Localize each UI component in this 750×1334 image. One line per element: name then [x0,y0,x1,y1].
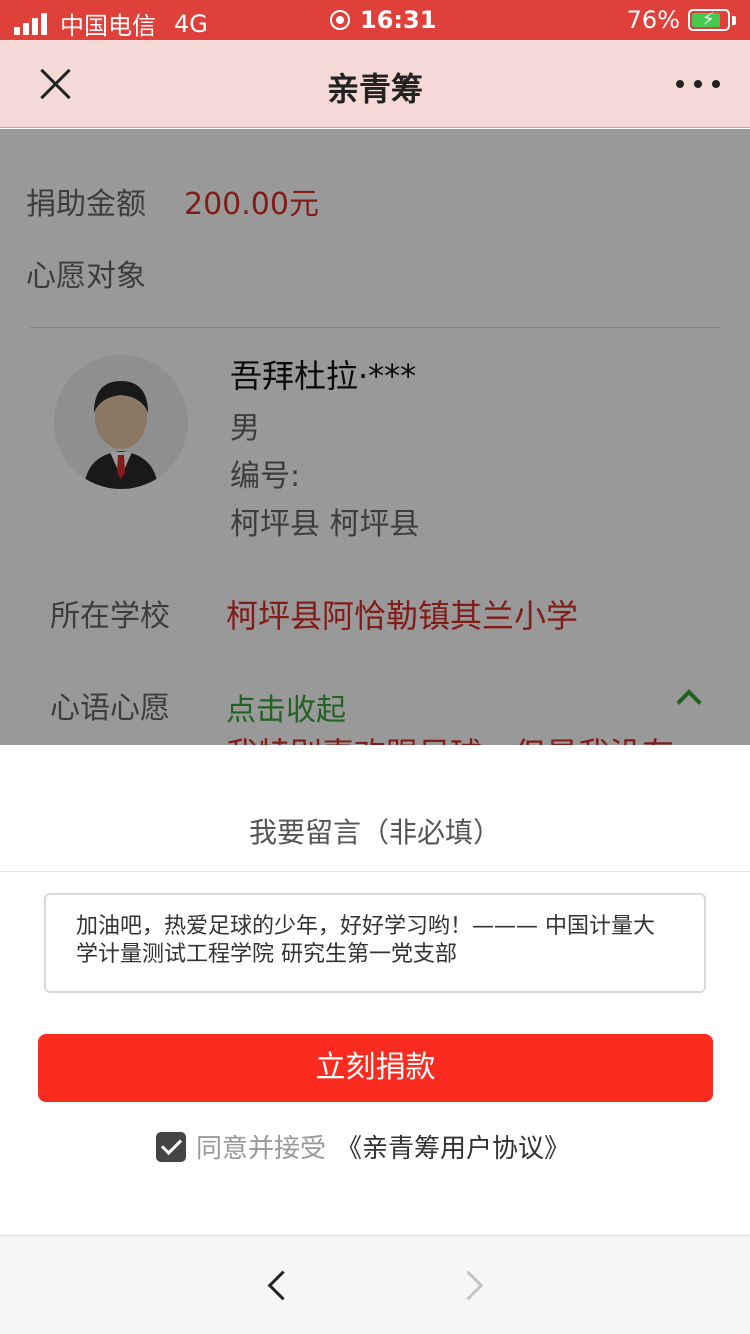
forward-arrow-icon[interactable] [458,1268,488,1302]
agreement-row: 同意并接受 《亲青筹用户协议》 [156,1128,570,1165]
more-options-icon[interactable] [676,74,720,94]
message-input[interactable]: 加油吧，热爱足球的少年，好好学习哟！——— 中国计量大学计量测试工程学院 研究生… [44,893,706,993]
browser-toolbar [0,1235,750,1334]
status-bar: 中国电信 4G 16:31 76% ⚡ [0,0,750,40]
agree-label: 同意并接受 [196,1134,327,1164]
page-title: 亲青筹 [326,70,423,108]
donate-button[interactable]: 立刻捐款 [38,1034,713,1102]
back-arrow-icon[interactable] [262,1268,292,1302]
network-type: 4G [174,9,208,38]
signal-icon [14,12,50,35]
carrier-name: 中国电信 [60,12,156,40]
agree-checkbox[interactable] [156,1131,186,1162]
user-agreement-link[interactable]: 《亲青筹用户协议》 [336,1128,570,1165]
message-sheet: 我要留言（非必填） 加油吧，热爱足球的少年，好好学习哟！——— 中国计量大学计量… [0,745,750,1235]
divider [0,871,750,872]
sheet-title: 我要留言（非必填） [248,816,501,849]
battery-percent: 76% [626,6,680,34]
modal-overlay[interactable] [0,129,750,745]
orientation-lock-icon [330,10,350,30]
clock: 16:31 [360,6,437,34]
nav-bar: 亲青筹 [0,40,750,128]
battery-icon: ⚡ [688,9,730,31]
